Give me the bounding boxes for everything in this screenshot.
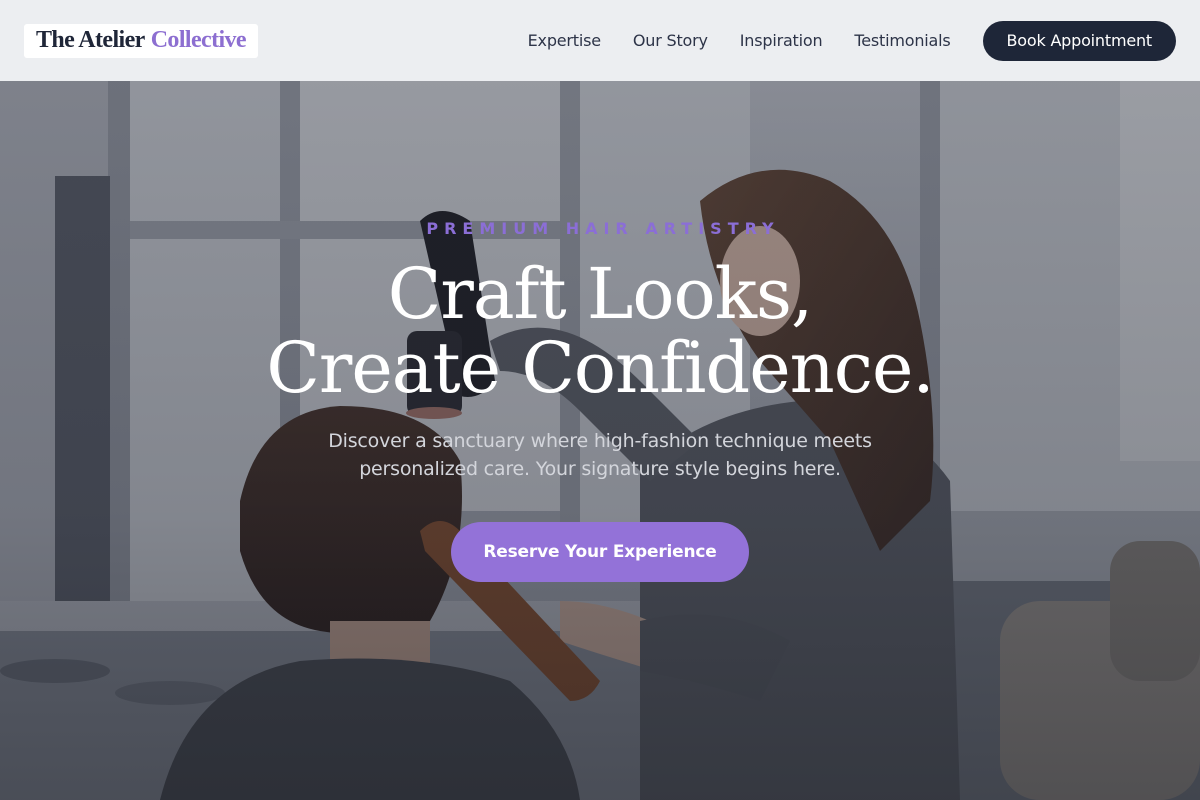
brand-name-part1: The Atelier xyxy=(36,27,145,53)
nav-link-testimonials[interactable]: Testimonials xyxy=(854,31,950,50)
nav-link-expertise[interactable]: Expertise xyxy=(528,31,601,50)
brand-name-part2: Collective xyxy=(150,27,247,53)
hero-headline-line2: Create Confidence. xyxy=(266,327,934,409)
hero-eyebrow: PREMIUM HAIR ARTISTRY xyxy=(426,219,780,238)
hero-subtext: Discover a sanctuary where high-fashion … xyxy=(328,430,872,480)
main-nav: Expertise Our Story Inspiration Testimon… xyxy=(528,31,951,50)
nav-link-inspiration[interactable]: Inspiration xyxy=(740,31,823,50)
nav-link-our-story[interactable]: Our Story xyxy=(633,31,708,50)
reserve-experience-button[interactable]: Reserve Your Experience xyxy=(451,522,749,582)
hero-content: PREMIUM HAIR ARTISTRY Craft Looks, Creat… xyxy=(0,81,1200,800)
book-appointment-button[interactable]: Book Appointment xyxy=(982,20,1176,61)
hero-headline: Craft Looks, Create Confidence. xyxy=(0,257,1200,405)
hero-headline-line1: Craft Looks, xyxy=(387,253,813,335)
hero-section: PREMIUM HAIR ARTISTRY Craft Looks, Creat… xyxy=(0,81,1200,800)
brand-logo[interactable]: The Atelier Collective xyxy=(24,23,258,58)
site-header: The Atelier Collective Expertise Our Sto… xyxy=(0,0,1200,81)
